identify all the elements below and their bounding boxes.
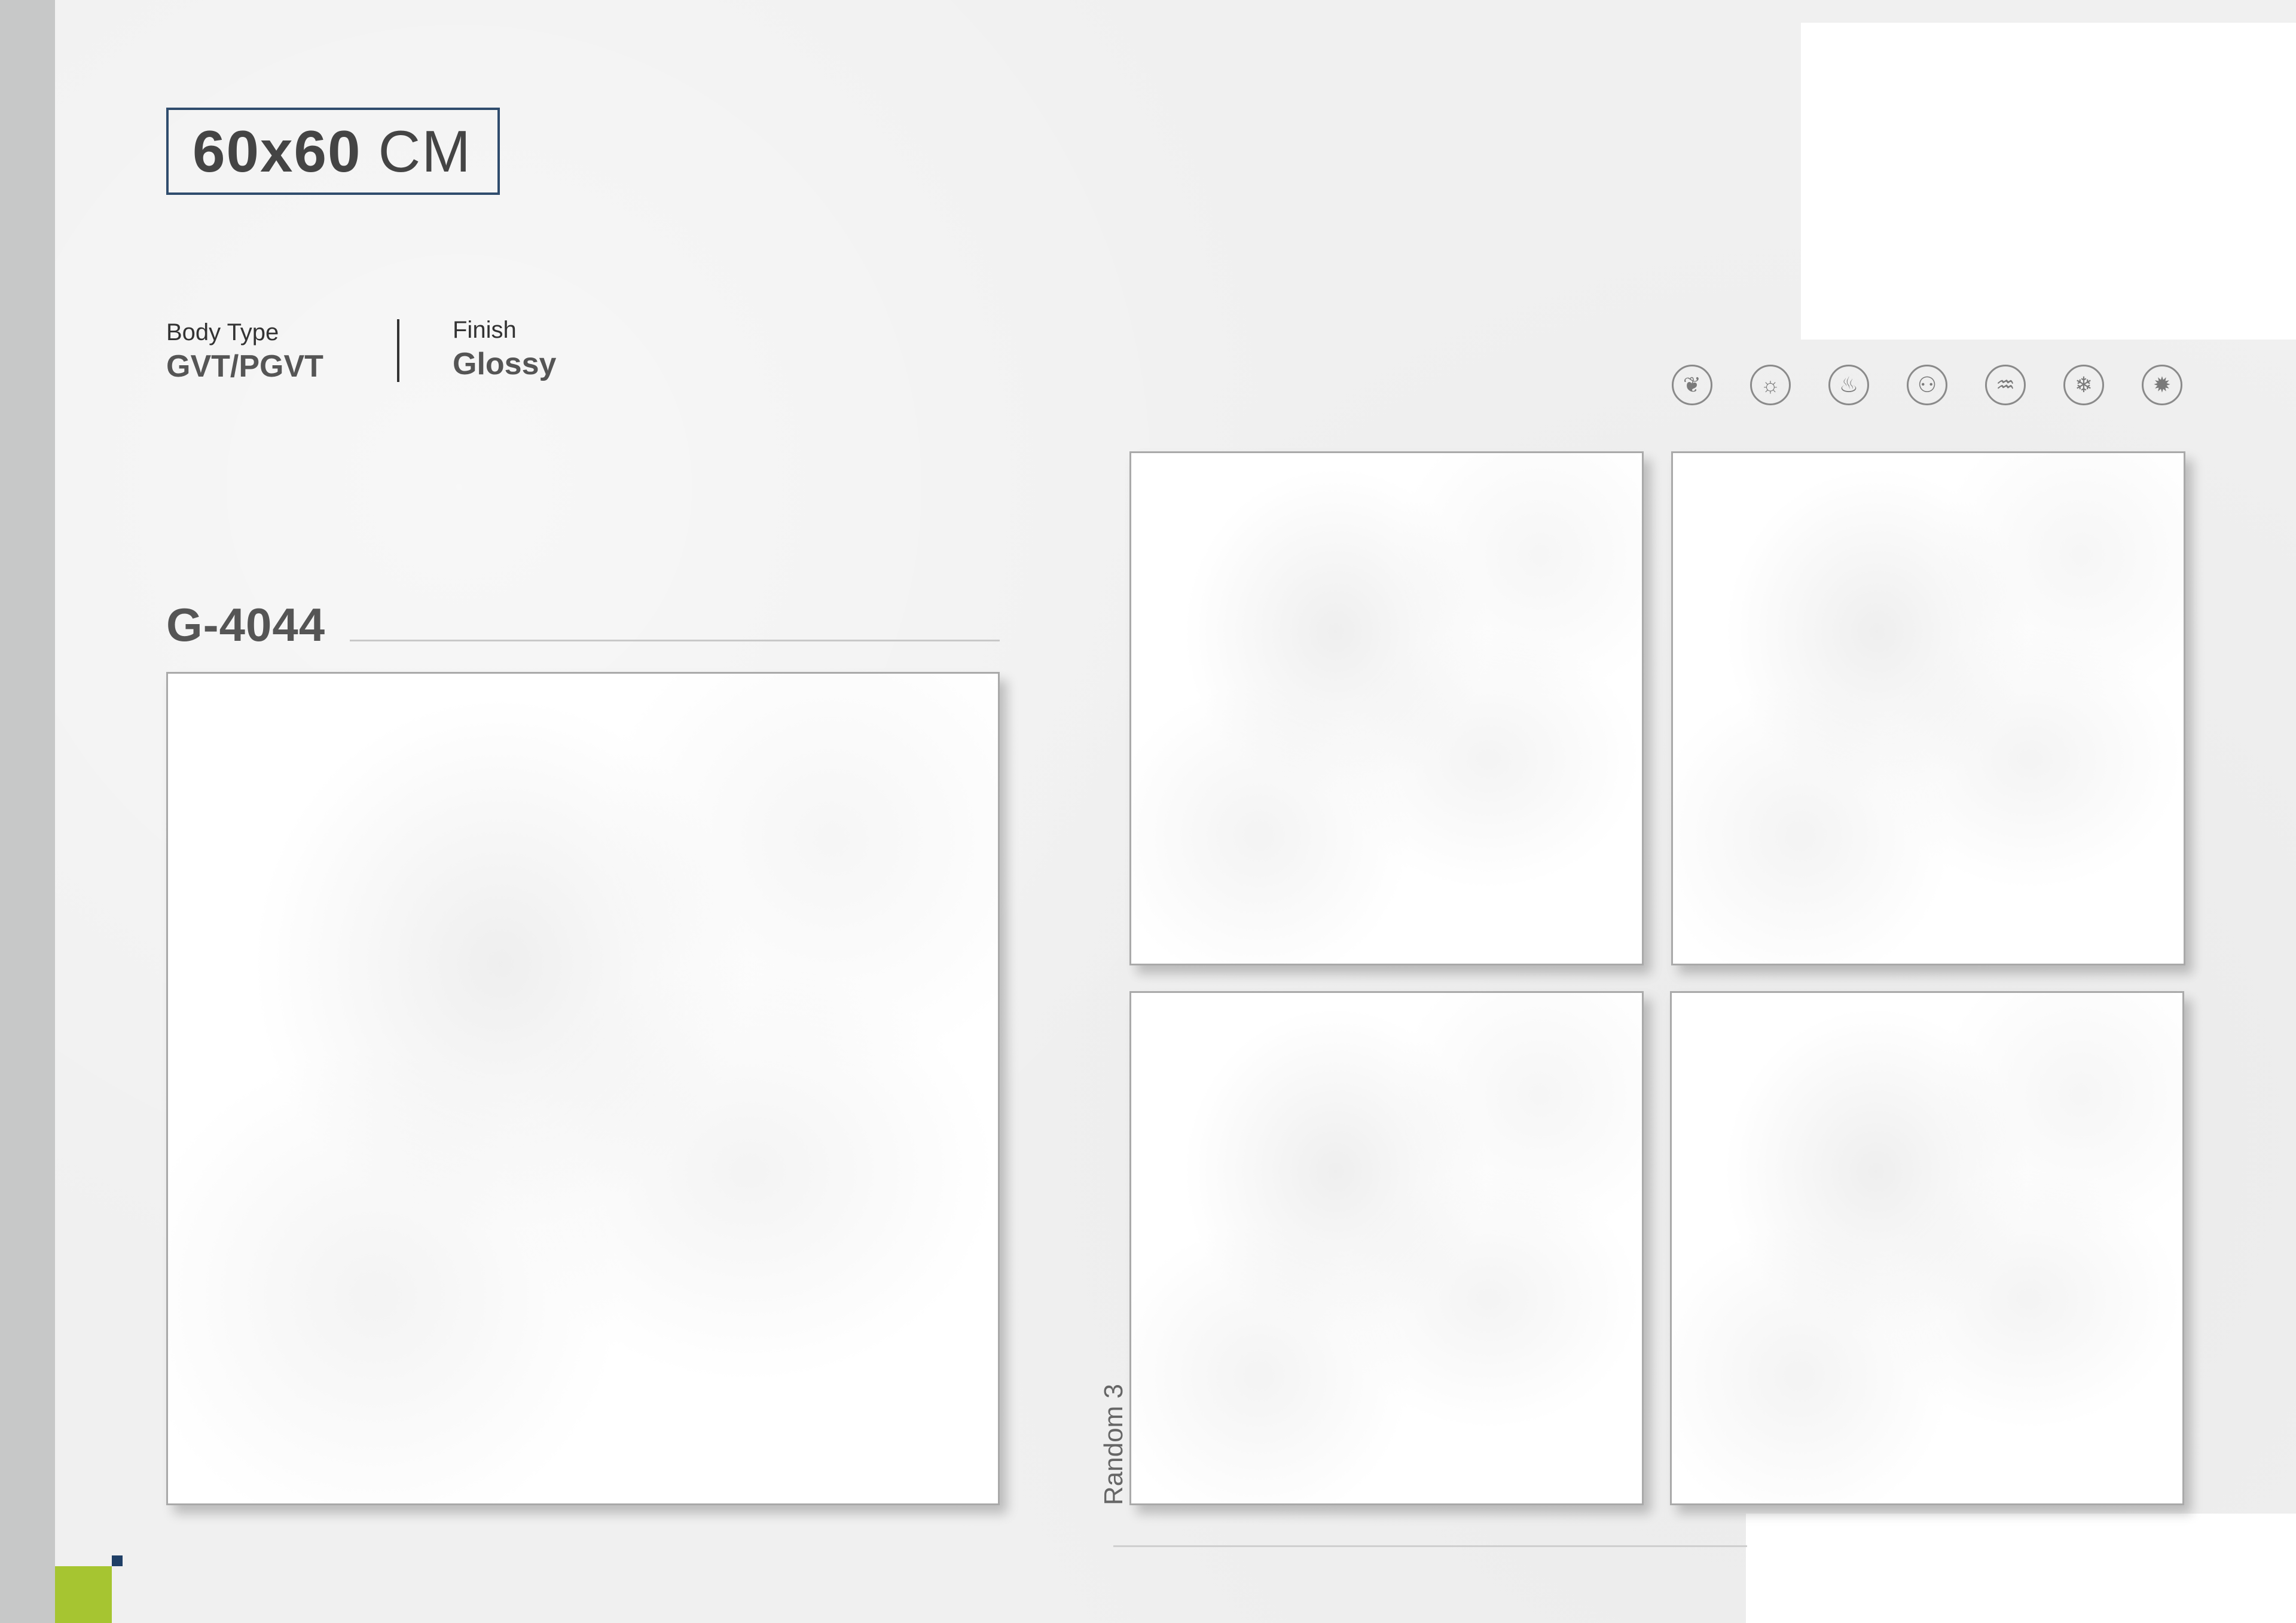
left-gray-strip <box>0 0 55 1623</box>
size-unit: CM <box>378 118 472 184</box>
product-code-rule <box>350 640 1000 641</box>
main-tile-image <box>166 672 1000 1505</box>
size-badge: 60x60 CM <box>166 108 500 195</box>
body-type-spec: Body Type GVT/PGVT <box>166 319 323 384</box>
leaf-icon: ❦ <box>1672 365 1712 405</box>
variant-tile-3 <box>1129 991 1644 1505</box>
sun-icon: ☼ <box>1750 365 1791 405</box>
finish-label: Finish <box>453 317 517 343</box>
random-variant-label: Random 3 <box>1099 1383 1128 1505</box>
gear-icon: ✹ <box>2142 365 2182 405</box>
variant-tile-4 <box>1670 991 2184 1505</box>
finish-value: Glossy <box>453 347 557 381</box>
navy-accent-square <box>112 1555 123 1566</box>
people-icon: ⚇ <box>1907 365 1947 405</box>
flame-drop-icon: ♨ <box>1828 365 1869 405</box>
body-type-value: GVT/PGVT <box>166 349 323 384</box>
finish-spec: Finish Glossy <box>453 317 556 382</box>
bath-icon: ♒ <box>1985 365 2026 405</box>
product-code: G-4044 <box>166 598 326 651</box>
snowflake-icon: ❄ <box>2063 365 2104 405</box>
size-number: 60x60 <box>193 118 362 184</box>
variant-tile-1 <box>1129 451 1644 965</box>
bottom-rule <box>1113 1545 1747 1547</box>
body-type-label: Body Type <box>166 319 279 346</box>
green-accent-square <box>55 1566 112 1623</box>
spec-divider <box>397 319 399 382</box>
blank-panel-top <box>1801 23 2296 340</box>
blank-panel-bottom <box>1746 1514 2296 1623</box>
variant-tile-2 <box>1671 451 2185 965</box>
